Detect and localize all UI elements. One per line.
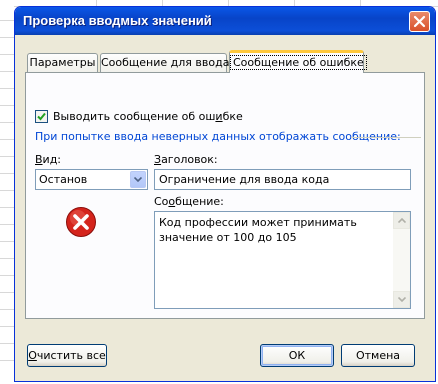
sheet-row-line	[0, 207, 14, 208]
style-label: Вид:	[35, 153, 62, 166]
sheet-row-line	[0, 71, 14, 72]
title-bar[interactable]: Проверка вводмых значений	[15, 7, 435, 35]
close-icon	[413, 15, 426, 28]
close-button[interactable]	[409, 11, 430, 32]
sheet-row-line	[0, 20, 14, 21]
error-stop-icon	[66, 207, 96, 237]
style-dropdown-button[interactable]	[130, 171, 146, 188]
title-input-value: Ограничение для ввода кода	[159, 173, 330, 186]
sheet-row-line	[0, 190, 14, 191]
tab-error-alert[interactable]: Сообщение об ошибке	[229, 50, 367, 73]
tab-parameters-label: Параметры	[29, 56, 96, 69]
chevron-down-icon	[134, 177, 142, 182]
title-input[interactable]: Ограничение для ввода кода	[154, 169, 411, 190]
sheet-row-line	[0, 88, 14, 89]
cancel-button[interactable]: Отмена	[341, 344, 415, 367]
sheet-row-line	[0, 309, 14, 310]
tab-input-message-label: Сообщение для ввода	[101, 56, 230, 69]
sheet-row-line	[0, 173, 14, 174]
tab-parameters[interactable]: Параметры	[27, 53, 98, 72]
sheet-row-line	[0, 343, 14, 344]
sheet-row-line	[0, 37, 14, 38]
sheet-row-line	[0, 258, 14, 259]
error-alert-panel: Выводить сообщение об ошибке При попытке…	[25, 72, 425, 319]
message-scrollbar[interactable]	[393, 212, 410, 308]
chevron-up-icon	[398, 218, 406, 223]
message-textarea[interactable]: Код профессии может принимать значение о…	[154, 211, 411, 309]
sheet-row-line	[0, 360, 14, 361]
tab-input-message[interactable]: Сообщение для ввода	[100, 53, 230, 72]
checkmark-icon	[37, 112, 46, 121]
sheet-row-line	[0, 224, 14, 225]
sheet-row-line	[0, 139, 14, 140]
data-validation-dialog: Проверка вводмых значений Параметры Сооб…	[14, 6, 436, 382]
clear-all-button[interactable]: Очистить все	[27, 344, 107, 367]
style-select-value: Останов	[39, 173, 88, 186]
message-textarea-value: Код профессии может принимать значение о…	[159, 216, 357, 244]
message-label: Сообщение:	[154, 195, 224, 208]
sheet-row-line	[0, 54, 14, 55]
style-select[interactable]: Останов	[35, 169, 148, 190]
sheet-row-line	[0, 292, 14, 293]
title-label: Заголовок:	[154, 153, 218, 166]
tab-error-alert-label: Сообщение об ошибке	[230, 55, 367, 70]
ok-button[interactable]: ОК	[260, 344, 334, 367]
sheet-row-line	[0, 105, 14, 106]
sheet-row-line	[0, 275, 14, 276]
sheet-row-line	[0, 122, 14, 123]
sheet-row-line	[0, 326, 14, 327]
spreadsheet-background-left	[0, 0, 14, 384]
dialog-title: Проверка вводмых значений	[23, 13, 212, 28]
group-label: При попытке ввода неверных данных отобра…	[35, 130, 401, 143]
sheet-row-line	[0, 156, 14, 157]
sheet-row-line	[0, 241, 14, 242]
scroll-up-button[interactable]	[393, 212, 410, 229]
show-error-checkbox[interactable]	[35, 110, 48, 123]
show-error-checkbox-label[interactable]: Выводить сообщение об ошибке	[53, 110, 243, 123]
scroll-down-button[interactable]	[393, 291, 410, 308]
group-divider	[351, 137, 421, 138]
chevron-down-icon	[398, 297, 406, 302]
